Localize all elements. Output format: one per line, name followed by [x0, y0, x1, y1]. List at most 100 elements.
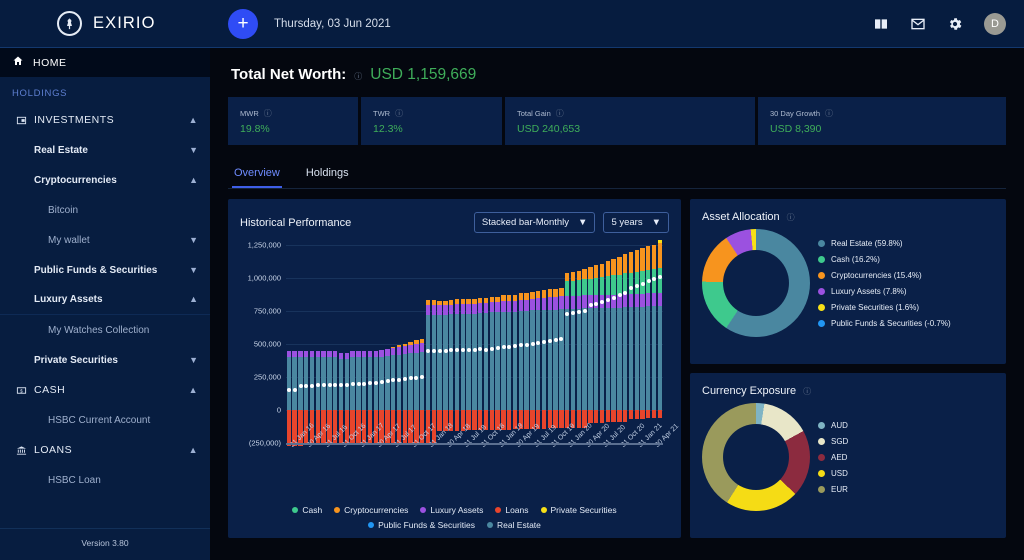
chart-x-axis: 31 Jan 1630 Apr 1631 Jul 1631 Oct 1631 J…	[286, 441, 663, 475]
sidebar-item-hsbc-loan[interactable]: HSBC Loan	[0, 465, 210, 495]
mail-icon[interactable]	[910, 16, 926, 32]
legend-label: Cryptocurrencies (15.4%)	[831, 271, 922, 280]
legend-item[interactable]: Real Estate	[487, 520, 541, 530]
bar-segment-loans	[490, 410, 494, 430]
legend-swatch	[818, 422, 825, 429]
donut-legend-item[interactable]: Cash (16.2%)	[818, 255, 951, 264]
bar-segment-loans	[455, 410, 459, 431]
tree-circle-logo-icon	[57, 11, 82, 36]
tab-overview[interactable]: Overview	[232, 158, 282, 188]
asset-allocation-chart: Real Estate (59.8%) Cash (16.2%) Cryptocur…	[702, 229, 994, 337]
sidebar-item-home[interactable]: HOME	[0, 48, 210, 77]
legend-item[interactable]: Public Funds & Securities	[368, 520, 475, 530]
bar-segment	[553, 289, 557, 297]
chevron-up-icon[interactable]: ▲	[189, 386, 198, 395]
sidebar-item-cash[interactable]: $CASH▲	[0, 375, 210, 405]
sidebar-item-real-estate[interactable]: Real Estate▼	[0, 135, 210, 165]
legend-item[interactable]: Luxury Assets	[420, 505, 483, 515]
performance-card-header: Historical Performance Stacked bar-Month…	[240, 212, 669, 233]
currency-exposure-chart: AUD SGD AED USD EUR	[702, 403, 994, 511]
chart-type-select[interactable]: Stacked bar-Monthly ▼	[474, 212, 596, 233]
tab-holdings[interactable]: Holdings	[304, 158, 351, 188]
brand-name: EXIRIO	[93, 14, 156, 33]
chart-legend: Cash Cryptocurrencies Luxury Assets Loans Pr…	[240, 503, 669, 530]
donut-hole	[723, 424, 789, 490]
currency-exposure-title-text: Currency Exposure	[702, 385, 796, 397]
bar-segment-loans	[472, 410, 476, 430]
sidebar-item-investments[interactable]: INVESTMENTS▲	[0, 105, 210, 135]
book-icon[interactable]	[873, 16, 889, 32]
donut-legend-item[interactable]: AED	[818, 453, 848, 462]
avatar[interactable]: D	[984, 13, 1006, 35]
performance-card-title: Historical Performance	[240, 217, 351, 229]
bar-segment	[606, 308, 610, 410]
bar-segment	[403, 344, 407, 346]
bar-segment	[472, 299, 476, 304]
sidebar-item-loans[interactable]: LOANS▲	[0, 435, 210, 465]
right-column: Asset Allocation ⓘ Real Estate (59.8%)Ca…	[690, 199, 1006, 538]
donut-legend-item[interactable]: USD	[818, 469, 848, 478]
donut-legend-item[interactable]: Real Estate (59.8%)	[818, 239, 951, 248]
legend-item[interactable]: Cash	[292, 505, 322, 515]
info-icon[interactable]: ⓘ	[354, 71, 362, 82]
donut-legend-item[interactable]: Cryptocurrencies (15.4%)	[818, 271, 951, 280]
sidebar-item-label: LOANS	[34, 444, 189, 456]
sidebar-item-public-funds-securities[interactable]: Public Funds & Securities▼	[0, 255, 210, 285]
sidebar-item-hsbc-current-account[interactable]: HSBC Current Account	[0, 405, 210, 435]
line-data-point	[380, 380, 384, 384]
chevron-up-icon[interactable]: ▲	[189, 176, 198, 185]
line-data-point	[322, 383, 326, 387]
sidebar-item-private-securities[interactable]: Private Securities▼	[0, 345, 210, 375]
bar-segment	[640, 307, 644, 410]
info-icon[interactable]: ⓘ	[264, 108, 272, 119]
bar-segment-loans	[559, 410, 563, 428]
donut-legend-item[interactable]: Luxury Assets (7.8%)	[818, 287, 951, 296]
line-data-point	[357, 382, 361, 386]
chevron-down-icon[interactable]: ▼	[189, 146, 198, 155]
gear-icon[interactable]	[947, 16, 963, 32]
info-icon[interactable]: ⓘ	[825, 108, 833, 119]
bar-segment	[530, 299, 534, 311]
chevron-up-icon[interactable]: ▲	[189, 295, 198, 304]
bar-segment	[652, 269, 656, 293]
sidebar-item-cryptocurrencies[interactable]: Cryptocurrencies▲	[0, 165, 210, 195]
sidebar-item-my-watches-collection[interactable]: My Watches Collection	[0, 315, 210, 345]
chevron-down-icon[interactable]: ▼	[189, 356, 198, 365]
chevron-down-icon[interactable]: ▼	[189, 236, 198, 245]
bar-segment	[652, 306, 656, 410]
legend-item[interactable]: Loans	[495, 505, 528, 515]
kpi-row: MWRⓘ19.8%TWRⓘ12.3%Total GainⓘUSD 240,653…	[228, 97, 1006, 145]
legend-swatch	[420, 507, 426, 513]
donut-legend-item[interactable]: Private Securities (1.6%)	[818, 303, 951, 312]
chevron-down-icon[interactable]: ▼	[189, 266, 198, 275]
donut-legend-item[interactable]: SGD	[818, 437, 848, 446]
brand[interactable]: EXIRIO	[0, 11, 210, 36]
sidebar-item-label: Cryptocurrencies	[34, 175, 189, 186]
info-icon[interactable]: ⓘ	[556, 108, 564, 119]
donut-legend-item[interactable]: Public Funds & Securities (-0.7%)	[818, 319, 951, 328]
legend-item[interactable]: Cryptocurrencies	[334, 505, 408, 515]
sidebar-item-bitcoin[interactable]: Bitcoin	[0, 195, 210, 225]
sidebar-version: Version 3.80	[0, 528, 210, 560]
info-icon[interactable]: ⓘ	[787, 212, 795, 223]
sidebar-item-my-wallet[interactable]: My wallet▼	[0, 225, 210, 255]
sidebar-item-label: Private Securities	[34, 355, 189, 366]
info-icon[interactable]: ⓘ	[395, 108, 403, 119]
bar-segment	[397, 345, 401, 347]
donut-legend-item[interactable]: AUD	[818, 421, 848, 430]
bar-segment-loans	[629, 410, 633, 419]
chevron-up-icon[interactable]: ▲	[189, 446, 198, 455]
sidebar-item-luxury-assets[interactable]: Luxury Assets▲	[0, 285, 210, 315]
add-button[interactable]: +	[228, 9, 258, 39]
info-icon[interactable]: ⓘ	[803, 386, 811, 397]
chevron-up-icon[interactable]: ▲	[189, 116, 198, 125]
bar-segment-loans	[623, 410, 627, 422]
bar-segment	[426, 305, 430, 315]
time-range-select[interactable]: 5 years ▼	[603, 212, 669, 233]
legend-item[interactable]: Private Securities	[541, 505, 617, 515]
panels: Historical Performance Stacked bar-Month…	[228, 199, 1006, 538]
donut-legend-item[interactable]: EUR	[818, 485, 848, 494]
bar-segment	[333, 351, 337, 357]
line-data-point	[386, 379, 390, 383]
bar-segment	[345, 353, 349, 358]
